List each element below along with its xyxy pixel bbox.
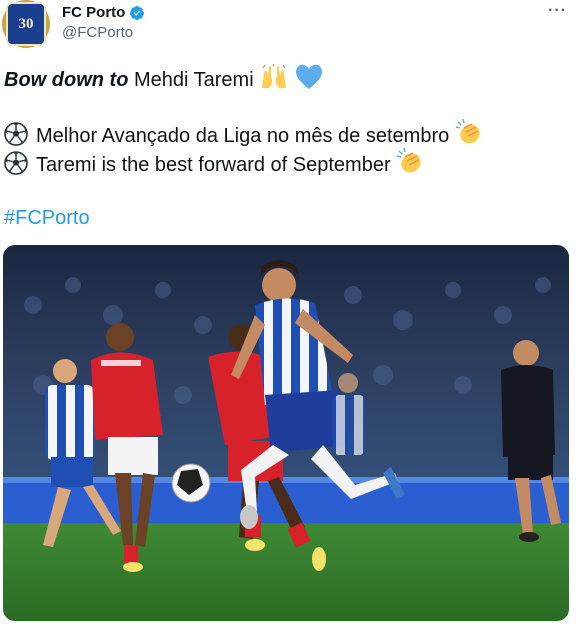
soccer-ball-emoji-icon xyxy=(4,122,28,146)
avatar-text: 30 xyxy=(18,15,34,32)
clapping-hands-emoji-icon xyxy=(396,147,421,173)
tweet-text-line-2: Melhor Avançado da Liga no mês de setemb… xyxy=(4,118,485,150)
verified-badge-icon xyxy=(130,5,145,20)
tweet-text-player: Mehdi Taremi xyxy=(128,69,254,91)
clapping-hands-emoji-icon xyxy=(455,118,480,144)
tweet-text-line-3: Taremi is the best forward of September xyxy=(4,147,426,179)
hashtag-link[interactable]: #FCPorto xyxy=(4,204,90,232)
tweet-text-line-1: Bow down to Mehdi Taremi xyxy=(4,64,323,94)
tweet-card: 30 FC Porto @FCPorto ··· Bow down to Meh… xyxy=(0,0,579,628)
more-horizontal-icon[interactable]: ··· xyxy=(548,2,567,20)
soccer-ball-emoji-icon xyxy=(4,151,28,175)
blue-heart-emoji-icon xyxy=(295,64,322,89)
author-avatar[interactable]: 30 xyxy=(2,0,50,48)
author-display-name[interactable]: FC Porto xyxy=(62,4,125,21)
raising-hands-emoji-icon xyxy=(262,64,287,88)
tweet-media-photo[interactable] xyxy=(3,245,569,621)
match-ball xyxy=(171,463,211,503)
author-handle[interactable]: @FCPorto xyxy=(62,24,133,41)
club-crest-icon: 30 xyxy=(6,2,46,46)
author-name-row[interactable]: FC Porto xyxy=(62,4,145,21)
tweet-text-portuguese: Melhor Avançado da Liga no mês de setemb… xyxy=(36,125,450,147)
tweet-text-english: Taremi is the best forward of September xyxy=(36,154,391,176)
tweet-text-bold: Bow down to xyxy=(4,69,129,91)
match-photo xyxy=(3,245,569,621)
hashtag-text[interactable]: #FCPorto xyxy=(4,207,90,229)
